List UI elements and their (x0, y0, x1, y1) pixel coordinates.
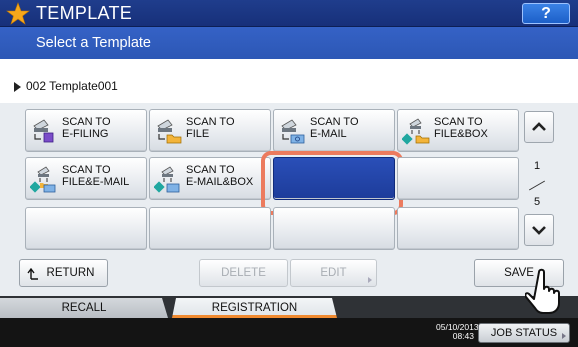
template-label-line2: FILE&BOX (434, 128, 488, 140)
page-subtitle: Select a Template (36, 35, 151, 51)
page-up-button[interactable] (524, 111, 554, 143)
scan-to-filebox-icon (402, 118, 430, 145)
edit-button[interactable]: EDIT (290, 259, 377, 287)
breadcrumb: 002 Template001 (0, 59, 578, 103)
job-status-button[interactable]: JOB STATUS (478, 323, 570, 343)
scan-to-file-icon (157, 119, 182, 144)
template-label-line2: FILE (186, 128, 210, 140)
tab-registration-label: REGISTRATION (211, 302, 298, 314)
template-label-line1: SCAN TO (62, 164, 111, 176)
help-button[interactable]: ? (522, 3, 570, 24)
template-screen: TEMPLATE ? Select a Template 002 Templat… (0, 0, 578, 347)
current-page: 1 (534, 160, 541, 172)
template-tile-8[interactable] (397, 157, 519, 200)
return-button[interactable]: RETURN (19, 259, 108, 287)
template-label-line2: E-MAIL (310, 128, 347, 140)
tab-recall[interactable]: RECALL (0, 298, 168, 318)
total-pages: 5 (534, 196, 541, 208)
template-tile-10[interactable] (149, 207, 271, 250)
return-label: RETURN (46, 267, 95, 279)
template-label-line2: E-MAIL&BOX (186, 176, 254, 188)
status-bar: 05/10/2013 08:43 JOB STATUS (0, 318, 578, 347)
template-tile-4[interactable]: SCAN TO FILE&BOX (397, 109, 519, 152)
page-title: TEMPLATE (36, 3, 133, 23)
time-text: 08:43 (452, 331, 474, 341)
scan-to-file-email-icon (30, 166, 56, 193)
date-time: 05/10/2013 08:43 (436, 323, 479, 341)
template-tile-6[interactable]: SCAN TO E-MAIL&BOX (149, 157, 271, 200)
template-tile-2[interactable]: SCAN TO FILE (149, 109, 271, 152)
star-icon (6, 2, 30, 25)
subtitle-bar: Select a Template (0, 27, 578, 59)
submenu-arrow-icon (562, 333, 566, 339)
page-down-button[interactable] (524, 214, 554, 246)
template-tile-11[interactable] (273, 207, 395, 250)
template-label-line2: E-FILING (62, 128, 109, 140)
breadcrumb-arrow-icon (14, 82, 21, 92)
template-label-line1: SCAN TO (62, 116, 111, 128)
template-tile-3[interactable]: SCAN TO E-MAIL (273, 109, 395, 152)
delete-label: DELETE (221, 267, 266, 279)
template-tile-1[interactable]: SCAN TO E-FILING (25, 109, 147, 152)
template-tile-12[interactable] (397, 207, 519, 250)
selection-highlight-ring (261, 151, 403, 215)
template-label-line2: FILE&E-MAIL (62, 176, 130, 188)
page-indicator: 1 5 (522, 160, 552, 210)
tab-recall-label: RECALL (61, 302, 107, 314)
template-tile-9[interactable] (25, 207, 147, 250)
title-bar: TEMPLATE ? (0, 0, 578, 27)
return-arrow-icon (27, 268, 38, 280)
breadcrumb-text: 002 Template001 (26, 79, 118, 93)
submenu-arrow-icon (368, 277, 372, 283)
template-label-line1: SCAN TO (434, 116, 483, 128)
template-label-line1: SCAN TO (186, 116, 235, 128)
template-tile-5[interactable]: SCAN TO FILE&E-MAIL (25, 157, 147, 200)
scan-to-email-icon (281, 119, 305, 144)
chevron-up-icon (532, 122, 546, 131)
tab-registration[interactable]: REGISTRATION (172, 298, 337, 318)
edit-label: EDIT (320, 267, 347, 279)
pointing-hand-icon (525, 268, 560, 314)
job-status-label: JOB STATUS (490, 327, 558, 339)
chevron-down-icon (532, 226, 546, 235)
delete-button[interactable]: DELETE (199, 259, 288, 287)
scan-to-efiling-icon (33, 119, 54, 143)
template-label-line1: SCAN TO (186, 164, 235, 176)
template-label-line1: SCAN TO (310, 116, 359, 128)
scan-to-email-box-icon (154, 166, 180, 193)
